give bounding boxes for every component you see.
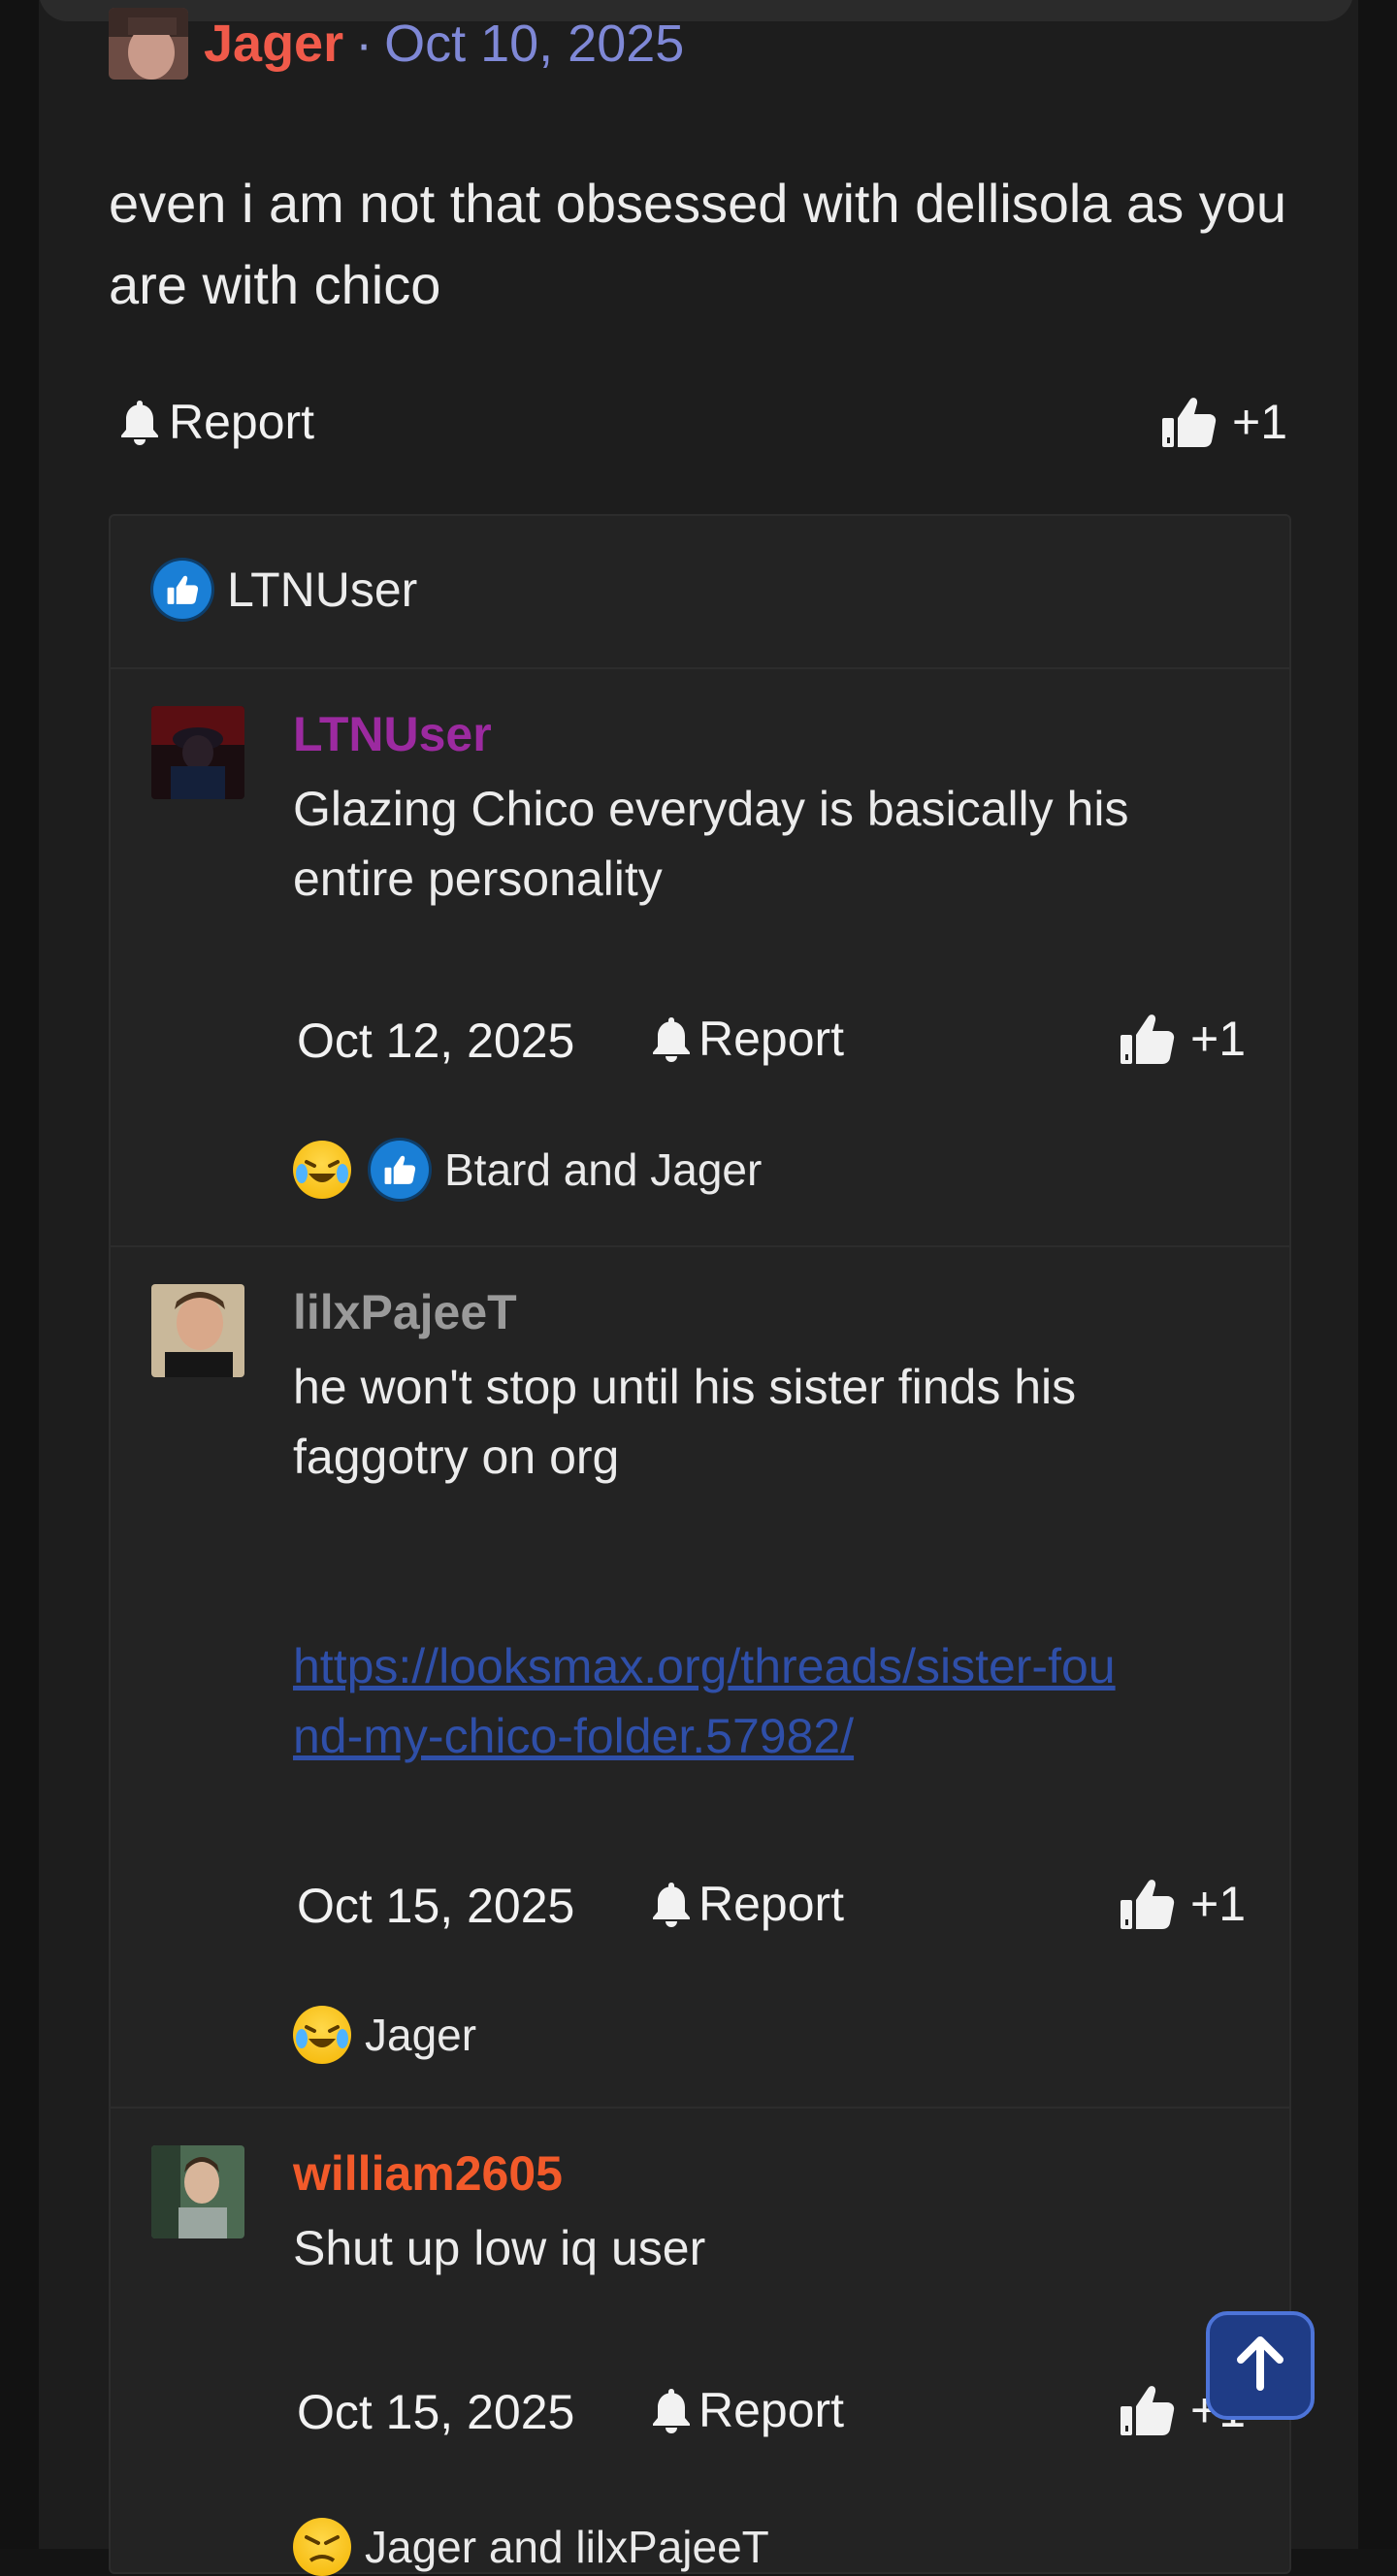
commenter-name[interactable]: LTNUser [293, 706, 492, 762]
comment-reactions[interactable]: Jager [293, 2006, 476, 2064]
bell-icon [650, 1881, 693, 1927]
like-count: +1 [1190, 1877, 1247, 1931]
post-author-name[interactable]: Jager [204, 14, 343, 74]
arrow-up-icon [1235, 2335, 1285, 2396]
reaction-summary[interactable]: LTNUser [111, 516, 1289, 669]
bell-icon [118, 399, 161, 445]
scroll-to-top-button[interactable] [1206, 2311, 1315, 2420]
report-label: Report [698, 1012, 845, 1066]
right-gutter [1358, 0, 1397, 2549]
thumbs-up-icon [1119, 2383, 1175, 2437]
replies-box: LTNUser LTNUser Glazing Chico everyday i… [109, 514, 1291, 2576]
thumbs-up-icon [1160, 395, 1217, 449]
like-count: +1 [1190, 1012, 1247, 1066]
comment-like-button[interactable]: +1 [1119, 1011, 1246, 1067]
comment-reactions[interactable]: Jager and lilxPajeeT [293, 2518, 769, 2576]
header-separator: · [355, 15, 374, 73]
post-body: even i am not that obsessed with delliso… [109, 173, 1287, 315]
commenter-name[interactable]: william2605 [293, 2145, 563, 2202]
comment-like-button[interactable]: +1 [1119, 1876, 1246, 1932]
angry-icon [293, 2518, 351, 2576]
comment-report-button[interactable]: Report [650, 1011, 844, 1067]
comment-item: LTNUser Glazing Chico everyday is basica… [111, 667, 1289, 1247]
like-icon [371, 1141, 429, 1199]
commenter-avatar[interactable] [151, 1284, 244, 1377]
commenter-avatar[interactable] [151, 706, 244, 799]
commenter-avatar[interactable] [151, 2145, 244, 2238]
report-label: Report [169, 395, 315, 449]
comment-text: he won't stop until his sister finds his… [293, 1352, 1244, 1771]
reaction-users: Jager and lilxPajeeT [365, 2522, 769, 2572]
thumbs-up-icon [1119, 1012, 1175, 1066]
post-like-button[interactable]: +1 [1160, 394, 1287, 450]
comment-report-button[interactable]: Report [650, 1876, 844, 1932]
thumbs-up-icon [1119, 1877, 1175, 1931]
reaction-users: Btard and Jager [444, 1144, 763, 1195]
post-report-button[interactable]: Report [118, 394, 314, 450]
comment-text: Shut up low iq user [293, 2221, 706, 2275]
comment-item: william2605 Shut up low iq user Oct 15, … [111, 2107, 1289, 2576]
post-date[interactable]: Oct 10, 2025 [384, 14, 684, 74]
reaction-summary-users[interactable]: LTNUser [227, 562, 417, 618]
laugh-icon [293, 1141, 351, 1199]
comment-report-button[interactable]: Report [650, 2382, 844, 2438]
reaction-users: Jager [365, 2010, 477, 2060]
post-header: Jager · Oct 10, 2025 [109, 8, 684, 80]
comment-link[interactable]: https://looksmax.org/threads/sister-foun… [293, 1631, 1127, 1771]
comment-item: lilxPajeeT he won't stop until his siste… [111, 1245, 1289, 2109]
report-label: Report [698, 1877, 845, 1931]
comment-reactions[interactable]: Btard and Jager [293, 1141, 762, 1199]
comment-text: Glazing Chico everyday is basically his … [293, 782, 1129, 906]
bell-icon [650, 2387, 693, 2433]
comment-date[interactable]: Oct 12, 2025 [297, 1013, 574, 1069]
author-avatar[interactable] [109, 8, 188, 80]
left-gutter [0, 0, 39, 2549]
report-label: Report [698, 2383, 845, 2437]
bell-icon [650, 1015, 693, 1062]
comment-text-body: he won't stop until his sister finds his… [293, 1360, 1077, 1484]
like-count: +1 [1232, 395, 1288, 449]
comment-date[interactable]: Oct 15, 2025 [297, 1878, 574, 1934]
laugh-icon [293, 2006, 351, 2064]
comment-date[interactable]: Oct 15, 2025 [297, 2384, 574, 2440]
like-icon [153, 561, 211, 619]
commenter-name[interactable]: lilxPajeeT [293, 1284, 517, 1340]
